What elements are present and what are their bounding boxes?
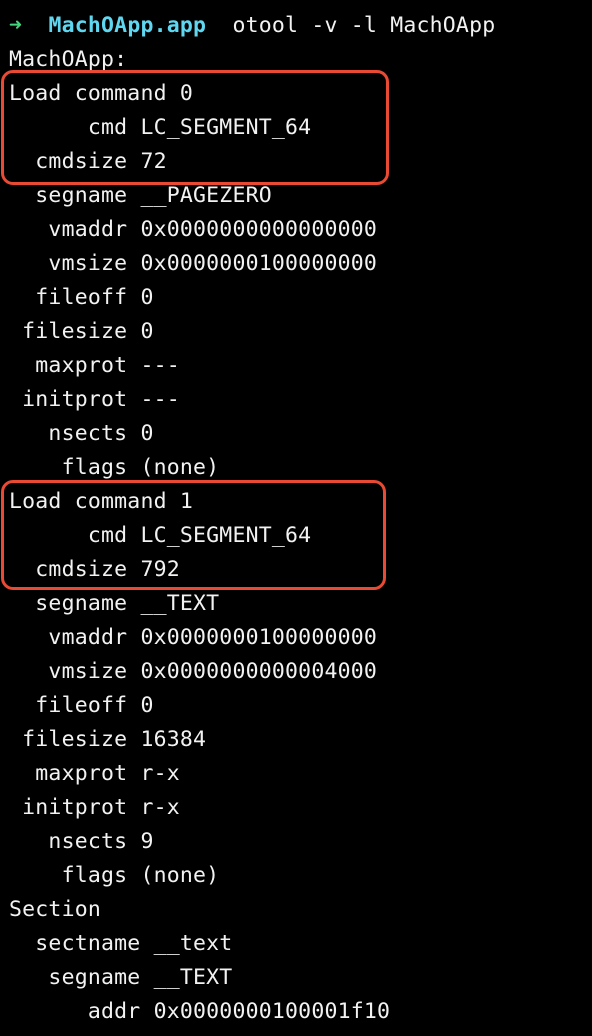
terminal-window[interactable]: ➜ MachOApp.app otool -v -l MachOApp Mach… xyxy=(0,0,592,1036)
output-line: filesize 0 xyxy=(9,319,154,344)
highlight-box-load-command-1 xyxy=(1,480,386,590)
output-line: vmaddr 0x0000000100000000 xyxy=(9,625,378,650)
output-line: fileoff 0 xyxy=(9,285,154,310)
output-line: initprot --- xyxy=(9,387,180,412)
output-line: nsects 0 xyxy=(9,421,154,446)
output-line: addr 0x0000000100001f10 xyxy=(9,999,391,1024)
output-line: vmsize 0x0000000100000000 xyxy=(9,251,378,276)
current-directory: MachOApp.app xyxy=(48,13,207,38)
output-line: segname __TEXT xyxy=(9,591,220,616)
output-line: filesize 16384 xyxy=(9,727,207,752)
output-line: maxprot --- xyxy=(9,353,180,378)
output-line: maxprot r-x xyxy=(9,761,180,786)
output-line: vmaddr 0x0000000000000000 xyxy=(9,217,378,242)
section-header: Section xyxy=(9,897,102,922)
output-line: sectname __text xyxy=(9,931,233,956)
output-line: fileoff 0 xyxy=(9,693,154,718)
highlight-box-load-command-0 xyxy=(1,70,389,185)
output-line: flags (none) xyxy=(9,863,220,888)
prompt-line: ➜ MachOApp.app otool -v -l MachOApp xyxy=(9,9,495,43)
output-line: vmsize 0x0000000000004000 xyxy=(9,659,378,684)
output-line: initprot r-x xyxy=(9,795,180,820)
command-text: otool -v -l MachOApp xyxy=(232,13,496,38)
prompt-arrow-icon: ➜ xyxy=(9,13,23,38)
output-line: nsects 9 xyxy=(9,829,154,854)
output-line: segname __TEXT xyxy=(9,965,233,990)
